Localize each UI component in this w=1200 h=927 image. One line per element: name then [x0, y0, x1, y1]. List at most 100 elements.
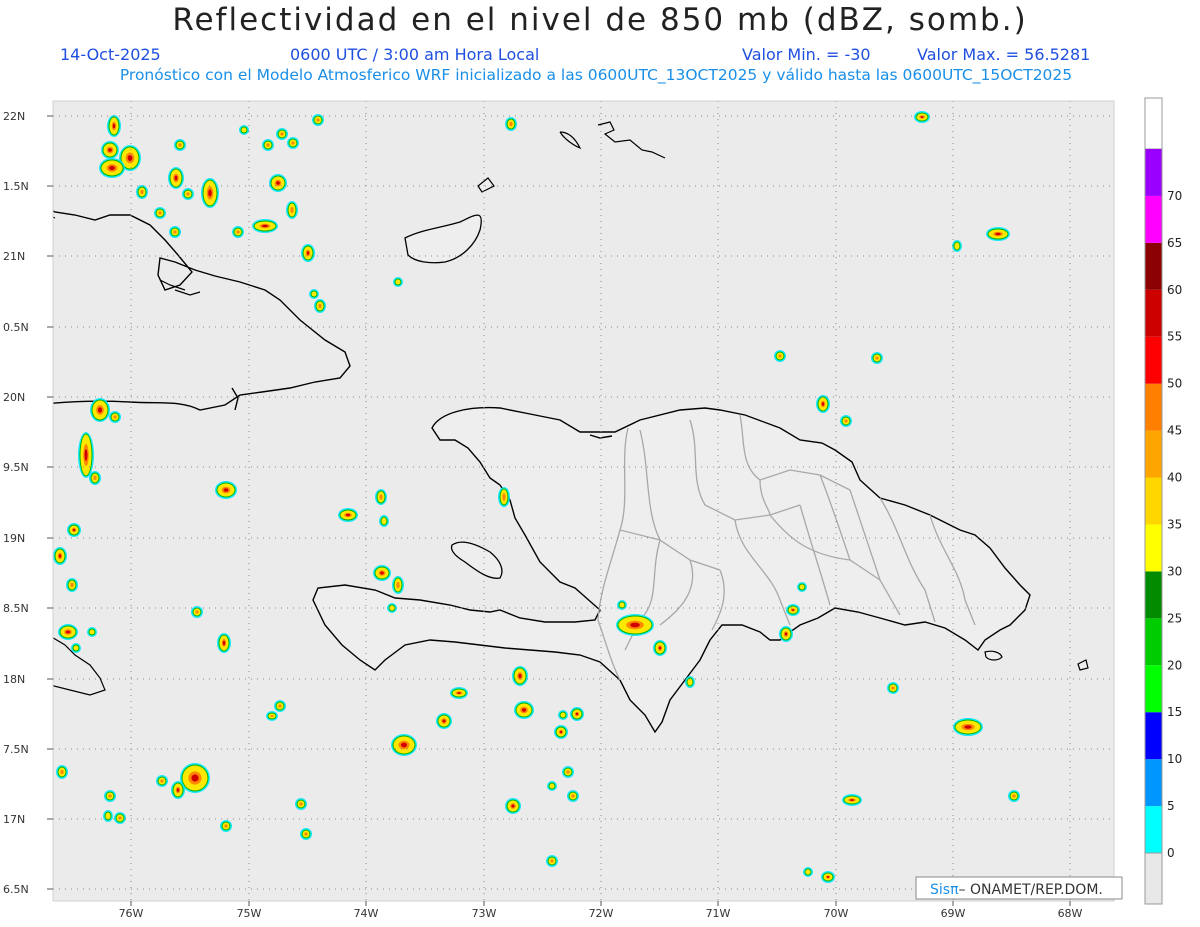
colorbar-label: 5	[1167, 799, 1175, 813]
echo-cell	[56, 765, 68, 779]
lat-tick-label: 17N	[3, 813, 25, 826]
colorbar-label: 65	[1167, 236, 1182, 250]
colorbar-label: 20	[1167, 658, 1182, 672]
echo-cell	[314, 299, 326, 313]
echo-cell	[109, 411, 121, 423]
echo-cell	[269, 174, 287, 192]
echo-cell	[87, 627, 97, 637]
echo-cell	[239, 125, 249, 135]
echo-cell	[871, 352, 883, 364]
echo-cell	[797, 582, 807, 592]
colorbar-swatch	[1145, 242, 1162, 290]
credit-text: Sisπ– ONAMET/REP.DOM.	[930, 882, 1103, 898]
echo-cell	[174, 139, 186, 151]
colorbar-swatch	[1145, 149, 1162, 196]
echo-cell	[505, 798, 521, 814]
echo-cell	[274, 700, 286, 712]
echo-cell	[547, 781, 557, 791]
colorbar-label: 60	[1167, 283, 1182, 297]
echo-cell	[201, 178, 219, 208]
echo-cell	[373, 565, 391, 581]
color-bar: 0 5 10 15 20 25 30 35 40 45 50 55 60 65 70	[1144, 97, 1182, 905]
echo-cell	[505, 117, 517, 131]
echo-cell	[816, 395, 830, 413]
lat-tick-label: 6.5N	[3, 883, 29, 896]
echo-cell	[338, 508, 358, 522]
echo-cell	[171, 781, 185, 799]
lon-tick-label: 76W	[119, 907, 144, 920]
echo-cell	[512, 666, 528, 686]
echo-cell	[393, 277, 403, 287]
map-figure: 22N 1.5N 21N 0.5N 20N 9.5N 19N 8.5N 18N 7.5N 17N 6.…	[3, 97, 1182, 920]
lat-tick-label: 7.5N	[3, 743, 29, 756]
echo-cell	[252, 219, 278, 233]
colorbar-swatch	[1145, 289, 1162, 337]
echo-cell	[986, 227, 1010, 241]
echo-cell	[101, 141, 119, 159]
echo-cell	[136, 185, 148, 199]
lat-tick-label: 18N	[3, 673, 25, 686]
echo-cell	[786, 604, 800, 616]
lon-tick-label: 69W	[941, 907, 966, 920]
echo-cell	[498, 487, 510, 507]
echo-cell	[67, 523, 81, 537]
lat-tick-label: 21N	[3, 250, 25, 263]
echo-cell	[779, 626, 793, 642]
colorbar-label: 35	[1167, 517, 1182, 531]
echo-cell	[774, 350, 786, 362]
echo-cell	[617, 600, 627, 610]
lon-tick-label: 71W	[706, 907, 731, 920]
lat-tick-label: 8.5N	[3, 602, 29, 615]
lon-tick-label: 70W	[824, 907, 849, 920]
lon-tick-label: 74W	[354, 907, 379, 920]
echo-cell	[567, 790, 579, 802]
echo-cell	[295, 798, 307, 810]
colorbar-label: 0	[1167, 846, 1175, 860]
colorbar-swatch	[1145, 571, 1162, 619]
echo-cell	[375, 489, 387, 505]
echo-cell	[840, 415, 852, 427]
echo-cell	[220, 820, 232, 832]
echo-cell	[546, 855, 558, 867]
echo-cell	[99, 158, 125, 178]
echo-cell	[215, 481, 237, 499]
colorbar-label: 45	[1167, 424, 1182, 438]
colorbar-swatch	[1145, 383, 1162, 431]
echo-cell	[168, 167, 184, 189]
echo-cell	[450, 687, 468, 699]
echo-cell	[1008, 790, 1020, 802]
credit-sis: Sis	[930, 882, 950, 898]
echo-cell	[887, 682, 899, 694]
colorbar-swatch	[1145, 759, 1162, 807]
echo-cell	[266, 711, 278, 721]
echo-cell	[436, 713, 452, 729]
echo-cell	[276, 128, 288, 140]
echo-cell	[300, 828, 312, 840]
echo-cell	[182, 188, 194, 200]
colorbar-swatch	[1145, 665, 1162, 713]
colorbar-label: 10	[1167, 752, 1182, 766]
lat-tick-label: 1.5N	[3, 180, 29, 193]
echo-cell	[232, 226, 244, 238]
colorbar-label: 40	[1167, 471, 1182, 485]
colorbar-swatch	[1145, 524, 1162, 572]
longitude-labels: 76W 75W 74W 73W 72W 71W 70W 69W 68W	[119, 901, 1083, 920]
echo-cell	[653, 640, 667, 656]
echo-cell	[554, 725, 568, 739]
colorbar-swatch	[1145, 430, 1162, 478]
echo-cell	[570, 707, 584, 721]
colorbar-swatch	[1145, 806, 1162, 853]
echo-cell	[301, 244, 315, 262]
echo-cell	[66, 578, 78, 592]
echo-cell	[558, 710, 568, 720]
echo-cell	[821, 871, 835, 883]
echo-cell	[287, 137, 299, 149]
credit-org: – ONAMET/REP.DOM.	[959, 882, 1103, 898]
lat-tick-label: 20N	[3, 391, 25, 404]
echo-cell	[685, 676, 695, 688]
echo-cell	[514, 701, 534, 719]
echo-cell	[154, 207, 166, 219]
lat-tick-label: 22N	[3, 110, 25, 123]
echo-cell	[914, 111, 930, 123]
echo-cell	[169, 226, 181, 238]
